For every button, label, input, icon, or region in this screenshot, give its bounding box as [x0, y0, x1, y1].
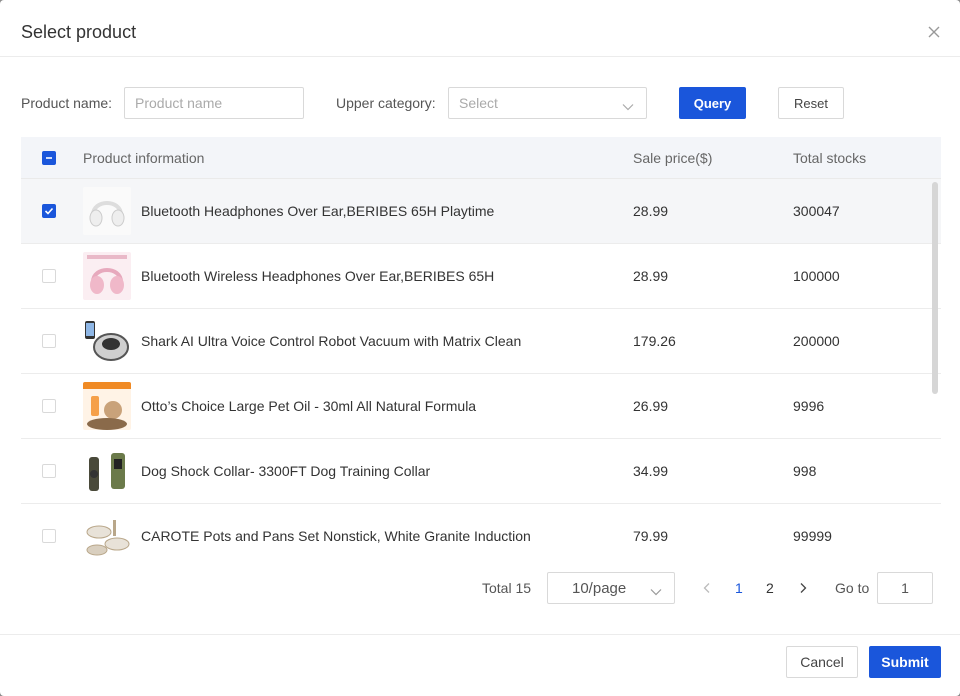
product-price: 79.99 [633, 528, 669, 544]
page-size-value: 10/page [572, 580, 627, 597]
reset-button[interactable]: Reset [778, 87, 844, 119]
modal-header: Select product [0, 0, 960, 57]
product-stock: 9996 [793, 398, 825, 414]
select-product-modal: Select product Product name: Upper categ… [0, 0, 960, 696]
product-thumbnail [83, 382, 131, 430]
product-name-label: Product name: [21, 95, 113, 111]
column-header-product-information: Product information [83, 150, 205, 166]
page-size-select[interactable]: 10/page [547, 572, 675, 604]
query-button[interactable]: Query [679, 87, 746, 119]
product-stock: 99999 [793, 528, 832, 544]
upper-category-select[interactable]: Select [448, 87, 647, 119]
page-button-2[interactable]: 2 [766, 580, 774, 596]
table-row[interactable]: Bluetooth Headphones Over Ear,BERIBES 65… [21, 179, 941, 244]
product-stock: 300047 [793, 203, 840, 219]
table-row[interactable]: Dog Shock Collar- 3300FT Dog Training Co… [21, 439, 941, 504]
product-thumbnail [83, 187, 131, 235]
cancel-button[interactable]: Cancel [786, 646, 858, 678]
product-thumbnail [83, 252, 131, 300]
pagination: Total 15 10/page 1 2 Go to [0, 572, 960, 604]
page-button-1[interactable]: 1 [735, 580, 743, 596]
upper-category-label: Upper category: [336, 95, 436, 111]
product-thumbnail [83, 512, 131, 557]
filter-bar: Product name: Upper category: Select Que… [21, 87, 960, 119]
table-row[interactable]: Shark AI Ultra Voice Control Robot Vacuu… [21, 309, 941, 374]
chevron-down-icon [622, 99, 634, 115]
product-name: Bluetooth Wireless Headphones Over Ear,B… [141, 268, 495, 284]
product-stock: 200000 [793, 333, 840, 349]
product-name: Bluetooth Headphones Over Ear,BERIBES 65… [141, 203, 495, 219]
row-checkbox[interactable] [42, 204, 56, 218]
table-row[interactable]: CAROTE Pots and Pans Set Nonstick, White… [21, 504, 941, 557]
product-price: 34.99 [633, 463, 669, 479]
product-name: CAROTE Pots and Pans Set Nonstick, White… [141, 528, 531, 544]
column-header-sale-price: Sale price($) [633, 150, 713, 166]
product-stock: 100000 [793, 268, 840, 284]
row-checkbox[interactable] [42, 464, 56, 478]
submit-button[interactable]: Submit [869, 646, 941, 678]
product-price: 179.26 [633, 333, 676, 349]
product-price: 28.99 [633, 203, 669, 219]
row-checkbox[interactable] [42, 334, 56, 348]
product-price: 26.99 [633, 398, 669, 414]
close-icon[interactable] [926, 24, 942, 40]
table-row[interactable]: Bluetooth Wireless Headphones Over Ear,B… [21, 244, 941, 309]
row-checkbox[interactable] [42, 269, 56, 283]
product-name: Shark AI Ultra Voice Control Robot Vacuu… [141, 333, 522, 349]
table-scrollbar[interactable] [932, 182, 938, 394]
product-name-input[interactable] [124, 87, 304, 119]
table-header: Product information Sale price($) Total … [21, 137, 941, 179]
product-name: Otto’s Choice Large Pet Oil - 30ml All N… [141, 398, 477, 414]
total-count: Total 15 [482, 580, 532, 596]
upper-category-placeholder: Select [459, 95, 498, 111]
product-price: 28.99 [633, 268, 669, 284]
product-thumbnail [83, 317, 131, 365]
goto-page-input[interactable] [877, 572, 933, 604]
table-row[interactable]: Otto’s Choice Large Pet Oil - 30ml All N… [21, 374, 941, 439]
product-thumbnail [83, 447, 131, 495]
select-all-checkbox[interactable] [42, 151, 56, 165]
product-name: Dog Shock Collar- 3300FT Dog Training Co… [141, 463, 431, 479]
chevron-down-icon [650, 584, 662, 600]
row-checkbox[interactable] [42, 529, 56, 543]
column-header-total-stocks: Total stocks [793, 150, 867, 166]
goto-label: Go to [835, 580, 870, 596]
row-checkbox[interactable] [42, 399, 56, 413]
next-page-icon[interactable] [796, 581, 810, 595]
prev-page-icon[interactable] [700, 581, 714, 595]
modal-title: Select product [21, 22, 137, 42]
modal-footer: Cancel Submit [0, 634, 960, 696]
product-stock: 998 [793, 463, 817, 479]
product-table: Product information Sale price($) Total … [21, 137, 941, 557]
